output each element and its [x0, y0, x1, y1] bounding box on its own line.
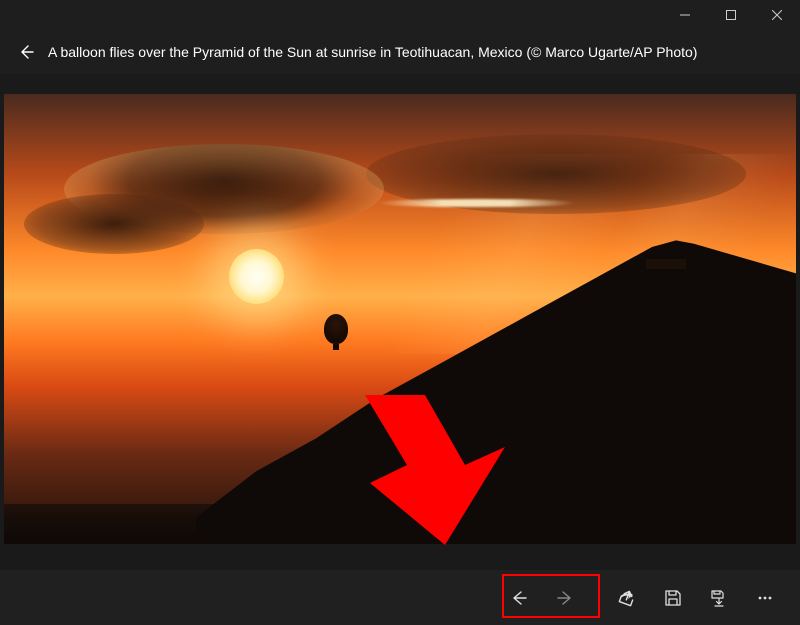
window-titlebar	[0, 0, 800, 30]
image-viewport[interactable]	[4, 94, 796, 544]
save-as-button[interactable]	[698, 577, 740, 619]
close-icon	[772, 10, 782, 20]
more-button[interactable]	[744, 577, 786, 619]
maximize-button[interactable]	[708, 0, 754, 30]
save-as-icon	[710, 589, 728, 607]
close-button[interactable]	[754, 0, 800, 30]
back-arrow-icon	[17, 43, 35, 61]
next-icon	[555, 588, 575, 608]
share-button[interactable]	[606, 577, 648, 619]
more-icon	[756, 589, 774, 607]
previous-icon	[509, 588, 529, 608]
bottom-toolbar	[0, 570, 800, 625]
next-button[interactable]	[544, 577, 586, 619]
minimize-icon	[680, 10, 690, 20]
image-caption: A balloon flies over the Pyramid of the …	[48, 44, 697, 60]
header-bar: A balloon flies over the Pyramid of the …	[0, 30, 800, 74]
share-icon	[617, 588, 637, 608]
maximize-icon	[726, 10, 736, 20]
minimize-button[interactable]	[662, 0, 708, 30]
previous-button[interactable]	[498, 577, 540, 619]
back-button[interactable]	[10, 36, 42, 68]
save-icon	[664, 589, 682, 607]
save-button[interactable]	[652, 577, 694, 619]
